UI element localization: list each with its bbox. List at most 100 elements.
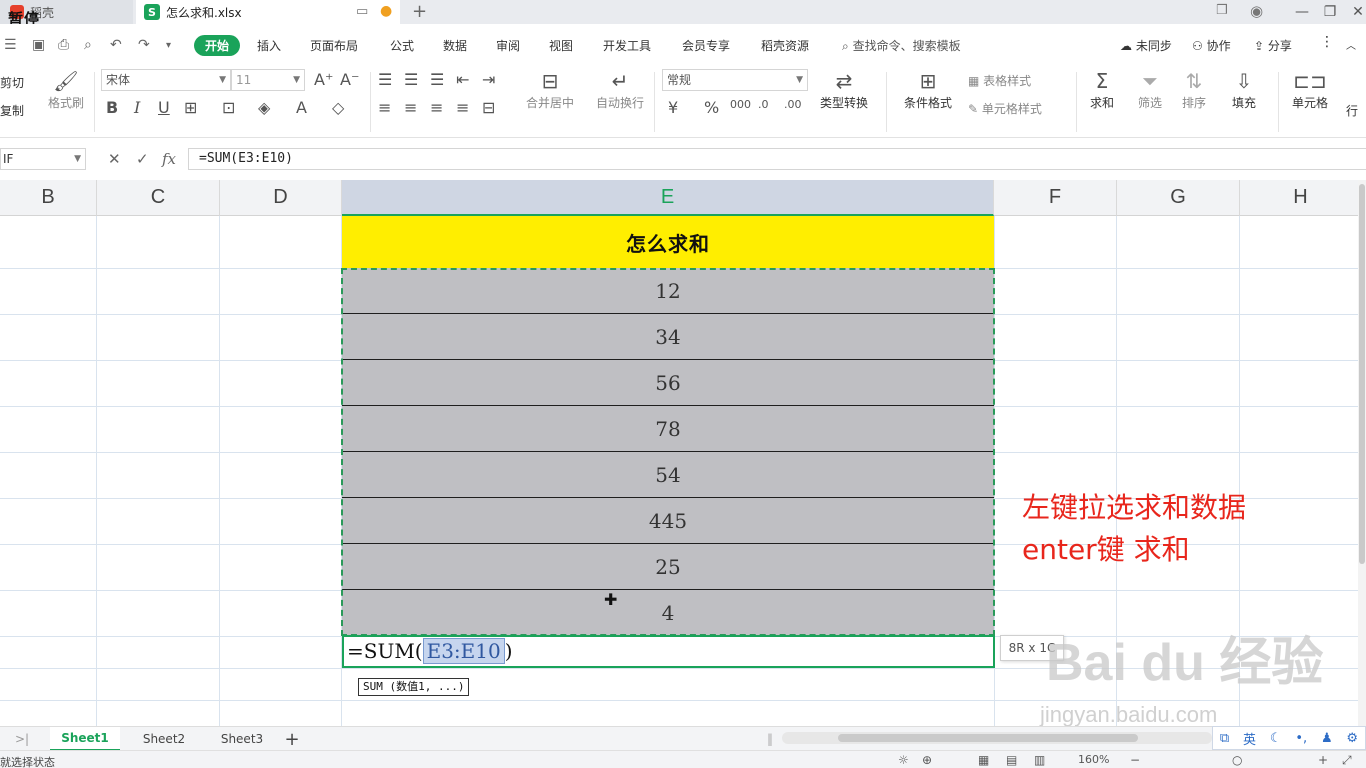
cell-e5[interactable]: 56 <box>342 360 994 406</box>
fill-pattern-icon[interactable]: ⊡ <box>222 98 235 117</box>
focus-mode-icon[interactable]: ⊕ <box>922 753 932 767</box>
zoom-level[interactable]: 160% <box>1078 753 1109 766</box>
clear-format-icon[interactable]: ◇ <box>332 98 344 117</box>
name-box[interactable]: IF ▼ <box>0 148 86 170</box>
sheet-tab-sheet1[interactable]: Sheet1 <box>50 727 120 751</box>
currency-icon[interactable]: ¥ <box>668 98 678 117</box>
outdent-icon[interactable]: ⇤ <box>456 70 469 89</box>
align-center-icon[interactable]: ≡ <box>404 98 417 117</box>
underline-icon[interactable]: U <box>158 98 170 117</box>
border-icon[interactable]: ⊞ <box>184 98 197 117</box>
monitor-icon[interactable]: ▭ <box>356 4 368 19</box>
indent-icon[interactable]: ⇥ <box>482 70 495 89</box>
font-size-select[interactable]: 11 ▼ <box>231 69 305 91</box>
table-style-button[interactable]: ▦ 表格样式 <box>968 72 1031 89</box>
increase-font-icon[interactable]: A⁺ <box>314 70 333 89</box>
fill-color-icon[interactable]: ◈ <box>258 98 270 117</box>
menu-review[interactable]: 审阅 <box>496 37 520 54</box>
collaborate-button[interactable]: ⚇ 协作 <box>1192 37 1231 54</box>
cell-e6[interactable]: 78 <box>342 406 994 452</box>
eye-protection-icon[interactable]: ☼ <box>898 753 909 767</box>
number-format-select[interactable]: 常规 ▼ <box>662 69 808 91</box>
cell-e3[interactable]: 12 <box>342 268 994 314</box>
page-layout-view-icon[interactable]: ▤ <box>1006 753 1017 767</box>
menu-data[interactable]: 数据 <box>443 37 467 54</box>
cell-e9[interactable]: 25 <box>342 544 994 590</box>
decrease-decimal-icon[interactable]: .00 <box>784 98 802 111</box>
vertical-scrollbar[interactable] <box>1358 180 1366 726</box>
zoom-slider-handle[interactable]: ○ <box>1232 753 1242 767</box>
normal-view-icon[interactable]: ▦ <box>978 753 989 767</box>
cell-style-button[interactable]: ✎ 单元格样式 <box>968 100 1042 117</box>
cell-button[interactable]: ⊏⊐ 单元格 <box>1290 68 1330 111</box>
format-painter-button[interactable]: 🖌 格式刷 <box>46 68 86 111</box>
user-icon[interactable]: ♟ <box>1321 731 1333 746</box>
undo-icon[interactable]: ↶ <box>110 37 122 53</box>
italic-icon[interactable]: I <box>134 98 140 117</box>
cell-e4[interactable]: 34 <box>342 314 994 360</box>
quick-access-dropdown-icon[interactable]: ▾ <box>166 40 171 51</box>
bold-icon[interactable]: B <box>106 98 118 117</box>
avatar[interactable]: ◉ <box>1250 2 1263 20</box>
save-icon[interactable]: ▣ <box>32 37 45 53</box>
wrap-text-button[interactable]: ↵ 自动换行 <box>596 68 644 111</box>
close-button[interactable]: ✕ <box>1344 0 1366 24</box>
scroll-split-handle[interactable]: ‖ <box>764 727 776 751</box>
file-menu-icon[interactable]: ☰ <box>4 37 17 53</box>
align-top-icon[interactable]: ☰ <box>378 70 392 89</box>
sync-status[interactable]: ☁ 未同步 <box>1120 37 1172 54</box>
column-header-c[interactable]: C <box>97 180 220 216</box>
sheet-tab-sheet3[interactable]: Sheet3 <box>206 727 278 751</box>
worksheet-grid[interactable]: B C D E F G H 怎么求和 12 34 56 78 54 445 25… <box>0 180 1358 726</box>
print-icon[interactable]: ⎙ <box>58 37 69 53</box>
restore-button[interactable]: ❐ <box>1316 0 1344 24</box>
zoom-in-icon[interactable]: + <box>1318 753 1328 767</box>
percent-icon[interactable]: % <box>704 98 719 117</box>
conditional-format-button[interactable]: ⊞ 条件格式 <box>904 68 952 111</box>
more-icon[interactable]: ⋮ <box>1320 34 1334 50</box>
menu-formulas[interactable]: 公式 <box>390 37 414 54</box>
page-break-view-icon[interactable]: ▥ <box>1034 753 1045 767</box>
menu-member[interactable]: 会员专享 <box>682 37 730 54</box>
fill-button[interactable]: ⇩ 填充 <box>1224 68 1264 111</box>
moon-icon[interactable]: ☾ <box>1270 731 1282 746</box>
last-sheet-icon[interactable]: >| <box>10 727 34 751</box>
vertical-scroll-thumb[interactable] <box>1359 184 1365 564</box>
decrease-font-icon[interactable]: A⁻ <box>340 70 359 89</box>
redo-icon[interactable]: ↷ <box>138 37 150 53</box>
insert-function-button[interactable]: fx <box>162 150 176 168</box>
menu-page-layout[interactable]: 页面布局 <box>310 37 358 54</box>
align-bottom-icon[interactable]: ☰ <box>430 70 444 89</box>
minimize-button[interactable]: — <box>1288 0 1316 24</box>
confirm-formula-button[interactable]: ✓ <box>136 150 149 168</box>
cancel-formula-button[interactable]: ✕ <box>108 150 121 168</box>
collapse-ribbon-icon[interactable]: ︿ <box>1346 37 1356 52</box>
ime-settings-icon[interactable]: ⧉ <box>1220 731 1229 746</box>
column-header-h[interactable]: H <box>1240 180 1358 216</box>
justify-icon[interactable]: ≡ <box>456 98 469 117</box>
increase-decimal-icon[interactable]: .0 <box>758 98 769 111</box>
column-header-b[interactable]: B <box>0 180 97 216</box>
gear-icon[interactable]: ⚙ <box>1346 731 1358 746</box>
cell-e7[interactable]: 54 <box>342 452 994 498</box>
horizontal-scrollbar[interactable] <box>782 732 1212 744</box>
print-preview-icon[interactable]: ⌕ <box>84 37 92 53</box>
copy-button[interactable]: 复制 <box>0 102 24 119</box>
column-header-e[interactable]: E <box>342 180 994 216</box>
menu-developer[interactable]: 开发工具 <box>603 37 651 54</box>
cut-button[interactable]: 剪切 <box>0 74 24 91</box>
menu-view[interactable]: 视图 <box>549 37 573 54</box>
distribute-icon[interactable]: ⊟ <box>482 98 495 117</box>
align-right-icon[interactable]: ≡ <box>430 98 443 117</box>
add-sheet-button[interactable]: + <box>282 727 302 751</box>
column-header-g[interactable]: G <box>1117 180 1240 216</box>
menu-insert[interactable]: 插入 <box>257 37 281 54</box>
merge-center-button[interactable]: ⊟ 合并居中 <box>526 68 574 111</box>
thousands-icon[interactable]: 000 <box>730 98 751 111</box>
font-color-icon[interactable]: A <box>296 98 307 117</box>
type-convert-button[interactable]: ⇄ 类型转换 <box>820 68 868 111</box>
cell-e11-editing[interactable]: =SUM(E3:E10) <box>342 635 995 668</box>
fullscreen-icon[interactable]: ⤢ <box>1342 753 1352 768</box>
menu-docer-resources[interactable]: 稻壳资源 <box>761 37 809 54</box>
horizontal-scroll-thumb[interactable] <box>838 734 1138 742</box>
